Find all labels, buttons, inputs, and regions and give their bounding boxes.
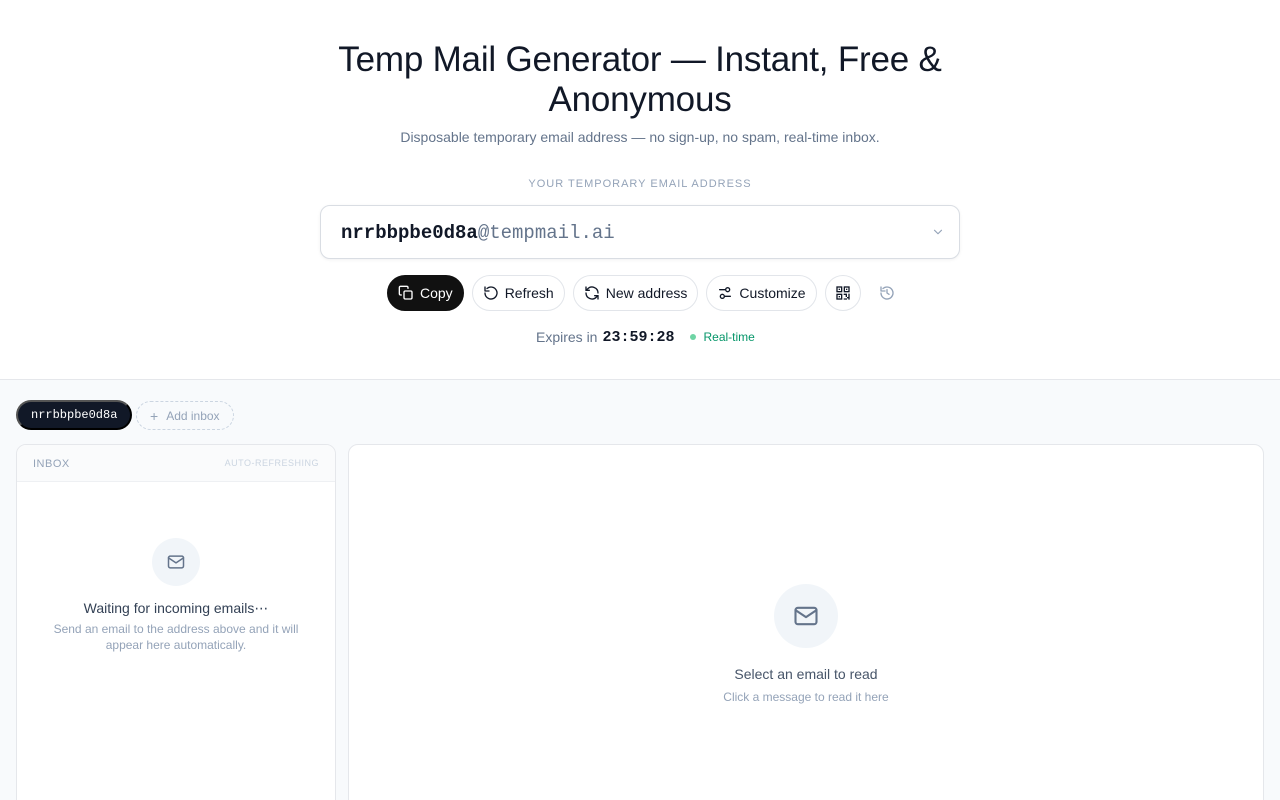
history-button[interactable]: [869, 275, 905, 311]
action-bar: Copy Refresh New address Customize: [387, 275, 905, 311]
mail-icon: [152, 538, 200, 586]
copy-button[interactable]: Copy: [387, 275, 464, 311]
chevron-down-icon[interactable]: [931, 225, 945, 239]
sliders-icon: [719, 287, 732, 299]
inbox-empty-title: Waiting for incoming emails⋯: [83, 600, 269, 616]
add-inbox-button[interactable]: + Add inbox: [136, 401, 234, 430]
page-title: Temp Mail Generator — Instant, Free & An…: [338, 40, 942, 119]
expiry-status: Expires in 23:59:28 Real-time: [536, 328, 755, 346]
realtime-label: Real-time: [703, 330, 755, 344]
hero-section: Temp Mail Generator — Instant, Free & An…: [0, 0, 1280, 380]
auto-refresh-label: AUTO-REFRESHING: [224, 458, 319, 468]
inbox-section: nrrbbpbe0d8a + Add inbox INBOX AUTO-REFR…: [0, 380, 1280, 800]
reader-empty-description: Click a message to read it here: [723, 690, 889, 704]
email-address: nrrbbpbe0d8a@tempmail.ai: [341, 222, 615, 244]
inbox-panel: INBOX AUTO-REFRESHING Waiting for incomi…: [16, 444, 336, 800]
mail-icon: [774, 584, 838, 648]
refresh-label: Refresh: [504, 285, 554, 301]
address-user: nrrbbpbe0d8a: [341, 222, 478, 244]
expires-label: Expires in: [536, 329, 598, 345]
history-icon: [879, 286, 894, 300]
expiry-timer: 23:59:28: [602, 328, 675, 346]
address-label: YOUR TEMPORARY EMAIL ADDRESS: [528, 178, 752, 190]
inbox-header: INBOX AUTO-REFRESHING: [17, 445, 335, 482]
add-inbox-label: Add inbox: [166, 408, 220, 423]
realtime-dot-icon: [690, 334, 697, 340]
copy-label: Copy: [420, 285, 453, 301]
inbox-empty-description: Send an email to the address above and i…: [53, 622, 299, 652]
page-subtitle: Disposable temporary email address — no …: [400, 129, 880, 145]
address-domain: @tempmail.ai: [477, 222, 615, 244]
refresh-button[interactable]: Refresh: [471, 275, 565, 311]
inbox-title: INBOX: [33, 458, 70, 470]
qr-code-button[interactable]: [824, 275, 861, 311]
qr-code-icon: [835, 286, 850, 300]
customize-label: Customize: [739, 285, 806, 301]
refresh-icon: [484, 286, 498, 300]
address-selector[interactable]: nrrbbpbe0d8a@tempmail.ai: [320, 205, 960, 259]
copy-icon: [398, 285, 413, 300]
plus-icon: +: [150, 407, 159, 424]
inbox-tab-active[interactable]: nrrbbpbe0d8a: [16, 400, 133, 430]
new-address-button[interactable]: New address: [572, 275, 699, 311]
reader-empty-title: Select an email to read: [734, 666, 878, 682]
message-reader-panel: Select an email to read Click a message …: [348, 444, 1264, 800]
customize-button[interactable]: Customize: [706, 275, 817, 311]
new-address-label: New address: [605, 285, 688, 301]
cycle-icon: [585, 286, 599, 300]
